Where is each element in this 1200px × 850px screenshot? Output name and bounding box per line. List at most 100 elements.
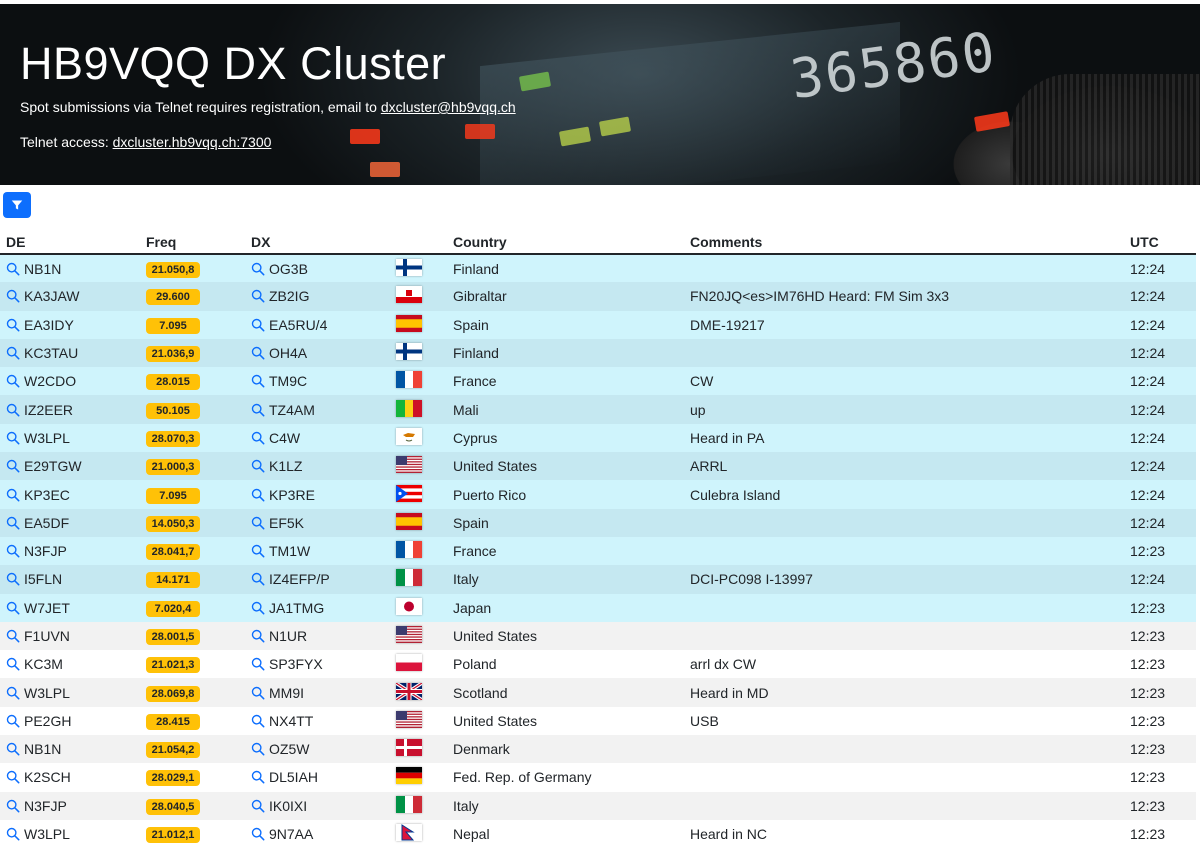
search-icon[interactable] [6,742,20,756]
search-icon[interactable] [251,431,265,445]
de-callsign[interactable]: EA5DF [24,515,69,531]
search-icon[interactable] [6,318,20,332]
de-callsign[interactable]: W7JET [24,600,70,616]
de-callsign[interactable]: KC3M [24,656,63,672]
dx-callsign[interactable]: DL5IAH [269,769,318,785]
de-callsign[interactable]: NB1N [24,261,61,277]
de-callsign[interactable]: KA3JAW [24,288,80,304]
table-row[interactable]: NB1N 21.050,8 OG3B Finland 12:24 [0,254,1196,283]
search-icon[interactable] [251,657,265,671]
search-icon[interactable] [251,403,265,417]
dx-callsign[interactable]: TZ4AM [269,402,315,418]
column-header-country[interactable]: Country [447,226,684,255]
table-row[interactable]: KC3M 21.021,3 SP3FYX Poland arrl dx CW 12:23 [0,650,1196,679]
de-callsign[interactable]: EA3IDY [24,317,74,333]
search-icon[interactable] [6,799,20,813]
table-row[interactable]: NB1N 21.054,2 OZ5W Denmark 12:23 [0,735,1196,764]
dx-callsign[interactable]: TM1W [269,543,310,559]
de-callsign[interactable]: PE2GH [24,713,71,729]
table-row[interactable]: EA5DF 14.050,3 EF5K Spain 12:24 [0,508,1196,537]
search-icon[interactable] [6,544,20,558]
table-row[interactable]: KC3TAU 21.036,9 OH4A Finland 12:24 [0,338,1196,368]
de-callsign[interactable]: K2SCH [24,769,71,785]
de-callsign[interactable]: NB1N [24,741,61,757]
search-icon[interactable] [251,770,265,784]
column-header-comments[interactable]: Comments [684,226,1124,255]
search-icon[interactable] [6,827,20,841]
search-icon[interactable] [6,516,20,530]
table-row[interactable]: W7JET 7.020,4 JA1TMG Japan 12:23 [0,593,1196,622]
table-row[interactable]: F1UVN 28.001,5 N1UR United States 12:23 [0,621,1196,651]
search-icon[interactable] [251,488,265,502]
dx-callsign[interactable]: NX4TT [269,713,313,729]
search-icon[interactable] [251,374,265,388]
search-icon[interactable] [251,714,265,728]
search-icon[interactable] [6,572,20,586]
dx-callsign[interactable]: OG3B [269,261,308,277]
telnet-link[interactable]: dxcluster.hb9vqq.ch:7300 [113,134,272,150]
search-icon[interactable] [6,686,20,700]
search-icon[interactable] [6,459,20,473]
dx-callsign[interactable]: K1LZ [269,458,302,474]
search-icon[interactable] [251,544,265,558]
dx-callsign[interactable]: JA1TMG [269,600,324,616]
dx-callsign[interactable]: EA5RU/4 [269,317,327,333]
table-row[interactable]: W2CDO 28.015 TM9C France CW 12:24 [0,367,1196,396]
dx-callsign[interactable]: IK0IXI [269,798,307,814]
dx-callsign[interactable]: N1UR [269,628,307,644]
search-icon[interactable] [251,346,265,360]
search-icon[interactable] [6,403,20,417]
table-row[interactable]: KA3JAW 29.600 ZB2IG Gibraltar FN20JQ<es>IM76… [0,282,1196,311]
search-icon[interactable] [251,318,265,332]
de-callsign[interactable]: E29TGW [24,458,82,474]
column-header-dx[interactable]: DX [245,226,390,255]
search-icon[interactable] [6,262,20,276]
table-row[interactable]: W3LPL 21.012,1 9N7AA Nepal Heard in NC 12:23 [0,819,1196,849]
de-callsign[interactable]: KC3TAU [24,345,78,361]
dx-callsign[interactable]: 9N7AA [269,826,313,842]
search-icon[interactable] [251,459,265,473]
dx-callsign[interactable]: C4W [269,430,300,446]
search-icon[interactable] [6,346,20,360]
dx-callsign[interactable]: KP3RE [269,487,315,503]
table-row[interactable]: I5FLN 14.171 IZ4EFP/P Italy DCI-PC098 I-1399… [0,565,1196,594]
search-icon[interactable] [251,262,265,276]
search-icon[interactable] [251,686,265,700]
table-row[interactable]: W3LPL 28.070,3 C4W Cyprus Heard in PA 12:24 [0,423,1196,453]
dx-callsign[interactable]: EF5K [269,515,304,531]
search-icon[interactable] [251,601,265,615]
dx-callsign[interactable]: TM9C [269,373,307,389]
de-callsign[interactable]: W3LPL [24,430,70,446]
filter-button[interactable] [3,192,31,218]
search-icon[interactable] [6,714,20,728]
search-icon[interactable] [6,629,20,643]
table-row[interactable]: K2SCH 28.029,1 DL5IAH Fed. Rep. of Germany 1… [0,763,1196,792]
dx-callsign[interactable]: SP3FYX [269,656,323,672]
search-icon[interactable] [6,488,20,502]
table-row[interactable]: N3FJP 28.041,7 TM1W France 12:23 [0,536,1196,566]
column-header-utc[interactable]: UTC [1124,226,1196,255]
de-callsign[interactable]: W3LPL [24,685,70,701]
search-icon[interactable] [251,629,265,643]
search-icon[interactable] [251,799,265,813]
table-row[interactable]: KP3EC 7.095 KP3RE Puerto Rico Culebra Island… [0,480,1196,509]
email-link[interactable]: dxcluster@hb9vqq.ch [381,99,516,115]
search-icon[interactable] [6,601,20,615]
search-icon[interactable] [6,289,20,303]
search-icon[interactable] [251,827,265,841]
table-row[interactable]: EA3IDY 7.095 EA5RU/4 Spain DME-19217 12:24 [0,310,1196,339]
search-icon[interactable] [6,657,20,671]
table-row[interactable]: E29TGW 21.000,3 K1LZ United States ARRL 12:24 [0,452,1196,481]
dx-callsign[interactable]: MM9I [269,685,304,701]
column-header-de[interactable]: DE [0,226,140,255]
dx-callsign[interactable]: OH4A [269,345,307,361]
de-callsign[interactable]: W2CDO [24,373,76,389]
table-row[interactable]: PE2GH 28.415 NX4TT United States USB 12:23 [0,706,1196,736]
de-callsign[interactable]: N3FJP [24,798,67,814]
table-row[interactable]: N3FJP 28.040,5 IK0IXI Italy 12:23 [0,791,1196,820]
search-icon[interactable] [251,572,265,586]
de-callsign[interactable]: IZ2EER [24,402,73,418]
search-icon[interactable] [6,431,20,445]
dx-callsign[interactable]: IZ4EFP/P [269,571,330,587]
search-icon[interactable] [251,516,265,530]
